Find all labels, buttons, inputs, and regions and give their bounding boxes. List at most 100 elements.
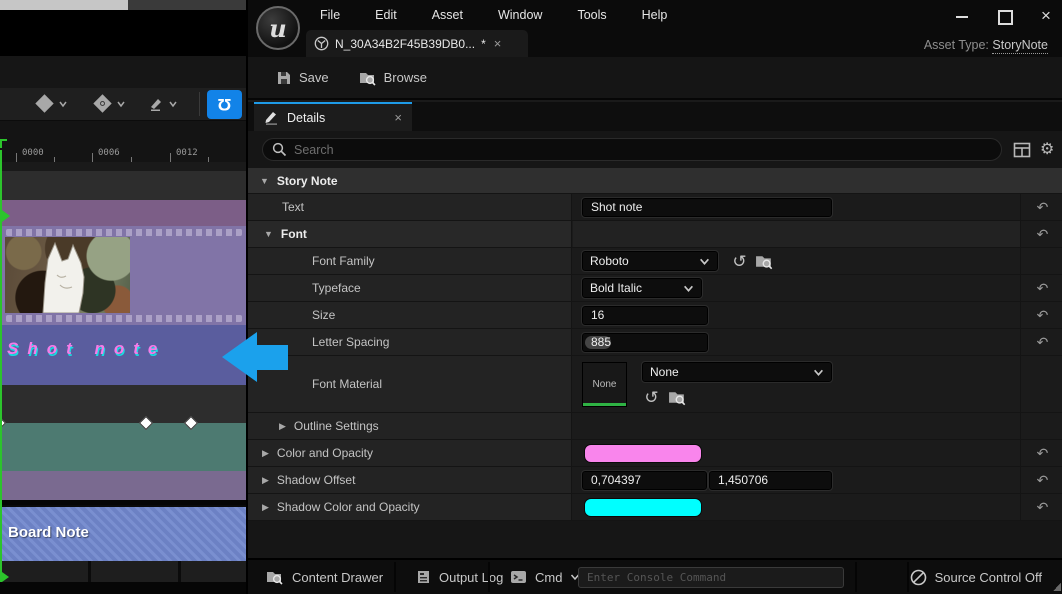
- search-input[interactable]: [294, 143, 992, 157]
- expand-triangle-icon[interactable]: ▶: [279, 421, 286, 432]
- edit-pen-icon[interactable]: [148, 96, 164, 112]
- expand-triangle-icon[interactable]: ▶: [262, 502, 269, 513]
- keyframe-track[interactable]: [0, 423, 246, 471]
- filmstrip-sprockets: [6, 315, 242, 322]
- browse-to-asset-icon[interactable]: [668, 388, 687, 407]
- playhead-bracket: [0, 139, 7, 148]
- expand-triangle-icon[interactable]: ▶: [262, 448, 269, 459]
- statusbar: Content Drawer Output Log Cmd: [248, 558, 1062, 594]
- asset-type-text: Asset Type: StoryNote: [924, 38, 1048, 52]
- shadow-color-swatch[interactable]: [584, 498, 702, 517]
- output-log-button[interactable]: Output Log: [406, 560, 513, 594]
- shot-note-track[interactable]: Shot note: [0, 325, 246, 385]
- save-button[interactable]: Save: [266, 64, 339, 92]
- chevron-down-icon: [699, 256, 710, 267]
- row-size: Size 16 ↶: [248, 302, 1062, 329]
- screenshot-root: Ω 0000 0006 0012: [0, 0, 1062, 594]
- menu-file[interactable]: File: [316, 5, 344, 25]
- shot-thumbnail-image: [5, 237, 130, 313]
- reset-to-default-button[interactable]: ↶: [1037, 199, 1049, 216]
- cmd-button[interactable]: Cmd: [500, 560, 590, 594]
- filmstrip-track[interactable]: [0, 226, 246, 325]
- font-material-dropdown[interactable]: None: [642, 362, 832, 382]
- output-log-icon: [416, 569, 431, 585]
- expand-triangle-icon[interactable]: ▶: [262, 475, 269, 486]
- collapse-triangle-icon[interactable]: ▼: [260, 176, 269, 186]
- chevron-down-icon[interactable]: [116, 99, 126, 109]
- reset-to-default-button[interactable]: ↶: [1037, 226, 1049, 243]
- content-drawer-button[interactable]: Content Drawer: [256, 560, 393, 594]
- asset-editor-window: u File Edit Asset Window Tools Help × N_…: [246, 0, 1062, 594]
- menu-tools[interactable]: Tools: [573, 5, 610, 25]
- ruler-tick-label: 0006: [98, 148, 120, 158]
- display-grid-icon[interactable]: [1012, 140, 1032, 160]
- board-note-label: Board Note: [8, 524, 89, 541]
- storyboard-panel: Ω 0000 0006 0012: [0, 0, 246, 594]
- font-family-dropdown[interactable]: Roboto: [582, 251, 718, 271]
- board-note-clip[interactable]: Board Note: [0, 505, 246, 561]
- folder-search-icon: [266, 569, 284, 585]
- material-thumbnail[interactable]: None: [582, 362, 627, 407]
- row-typeface: Typeface Bold Italic ↶: [248, 275, 1062, 302]
- chevron-down-icon[interactable]: [168, 99, 178, 109]
- asset-type-link[interactable]: StoryNote: [992, 38, 1048, 54]
- shot-note-overlay-text: Shot note: [7, 339, 247, 359]
- reset-to-default-button[interactable]: ↶: [1037, 472, 1049, 489]
- use-selected-asset-icon[interactable]: ↺: [642, 388, 661, 407]
- collapse-triangle-icon[interactable]: ▼: [264, 229, 273, 239]
- source-control-button[interactable]: Source Control Off: [900, 560, 1052, 594]
- row-shadow-offset: ▶ Shadow Offset 0,704397 1,450706 ↶: [248, 467, 1062, 494]
- settings-gear-icon[interactable]: ⚙: [1040, 140, 1060, 160]
- color-and-opacity-swatch[interactable]: [584, 444, 702, 463]
- reset-to-default-button[interactable]: ↶: [1037, 499, 1049, 516]
- unreal-logo-icon: u: [256, 6, 300, 50]
- minimize-button[interactable]: [954, 8, 970, 24]
- close-button[interactable]: ×: [1038, 8, 1054, 24]
- reset-to-default-button[interactable]: ↶: [1037, 280, 1049, 297]
- dog-sketch: [5, 237, 130, 313]
- tab-close-icon[interactable]: ×: [494, 36, 502, 51]
- viewport-black: [0, 10, 246, 56]
- menu-window[interactable]: Window: [494, 5, 546, 25]
- reset-to-default-button[interactable]: ↶: [1037, 445, 1049, 462]
- menu-help[interactable]: Help: [638, 5, 672, 25]
- ruler-tick-label: 0012: [176, 148, 198, 158]
- console-command-input[interactable]: [578, 567, 844, 588]
- search-box: [262, 138, 1002, 161]
- timeline-ruler[interactable]: 0000 0006 0012: [0, 121, 246, 162]
- track-header-band: [0, 200, 246, 226]
- panel-spacer: [0, 56, 246, 88]
- asset-tab[interactable]: N_30A34B2F45B39DB0... * ×: [306, 30, 528, 57]
- shadow-offset-y-input[interactable]: 1,450706: [709, 471, 832, 490]
- top-strip-light: [0, 0, 128, 10]
- menu-asset[interactable]: Asset: [428, 5, 467, 25]
- browse-to-asset-icon[interactable]: [755, 252, 774, 271]
- use-selected-asset-icon[interactable]: ↺: [730, 252, 749, 271]
- size-input[interactable]: 16: [582, 306, 708, 325]
- details-tab-close-icon[interactable]: ×: [394, 110, 402, 125]
- resize-corner[interactable]: [1053, 583, 1061, 591]
- playhead-foot: [2, 572, 9, 582]
- details-tab[interactable]: Details ×: [254, 102, 412, 131]
- snap-magnet-button[interactable]: Ω: [207, 90, 242, 119]
- text-value-input[interactable]: Shot note: [582, 198, 832, 217]
- auto-key-diamond-icon[interactable]: [93, 94, 111, 112]
- browse-button[interactable]: Browse: [349, 64, 437, 92]
- filmstrip-sprockets: [6, 229, 242, 236]
- maximize-button[interactable]: [996, 8, 1012, 24]
- scroll-track[interactable]: [0, 561, 246, 582]
- letter-spacing-input[interactable]: 885: [582, 333, 708, 352]
- playhead-flag: [2, 210, 10, 222]
- category-font[interactable]: ▼ Font ↶: [248, 221, 1062, 248]
- keyframe-diamond-icon[interactable]: [35, 94, 53, 112]
- reset-to-default-button[interactable]: ↶: [1037, 334, 1049, 351]
- category-story-note[interactable]: ▼ Story Note: [248, 168, 1062, 194]
- save-icon: [276, 70, 292, 86]
- row-color-and-opacity: ▶ Color and Opacity ↶: [248, 440, 1062, 467]
- reset-to-default-button[interactable]: ↶: [1037, 307, 1049, 324]
- chevron-down-icon[interactable]: [58, 99, 68, 109]
- shadow-offset-x-input[interactable]: 0,704397: [582, 471, 707, 490]
- typeface-dropdown[interactable]: Bold Italic: [582, 278, 702, 298]
- menu-edit[interactable]: Edit: [371, 5, 401, 25]
- asset-tab-label: N_30A34B2F45B39DB0...: [335, 37, 475, 51]
